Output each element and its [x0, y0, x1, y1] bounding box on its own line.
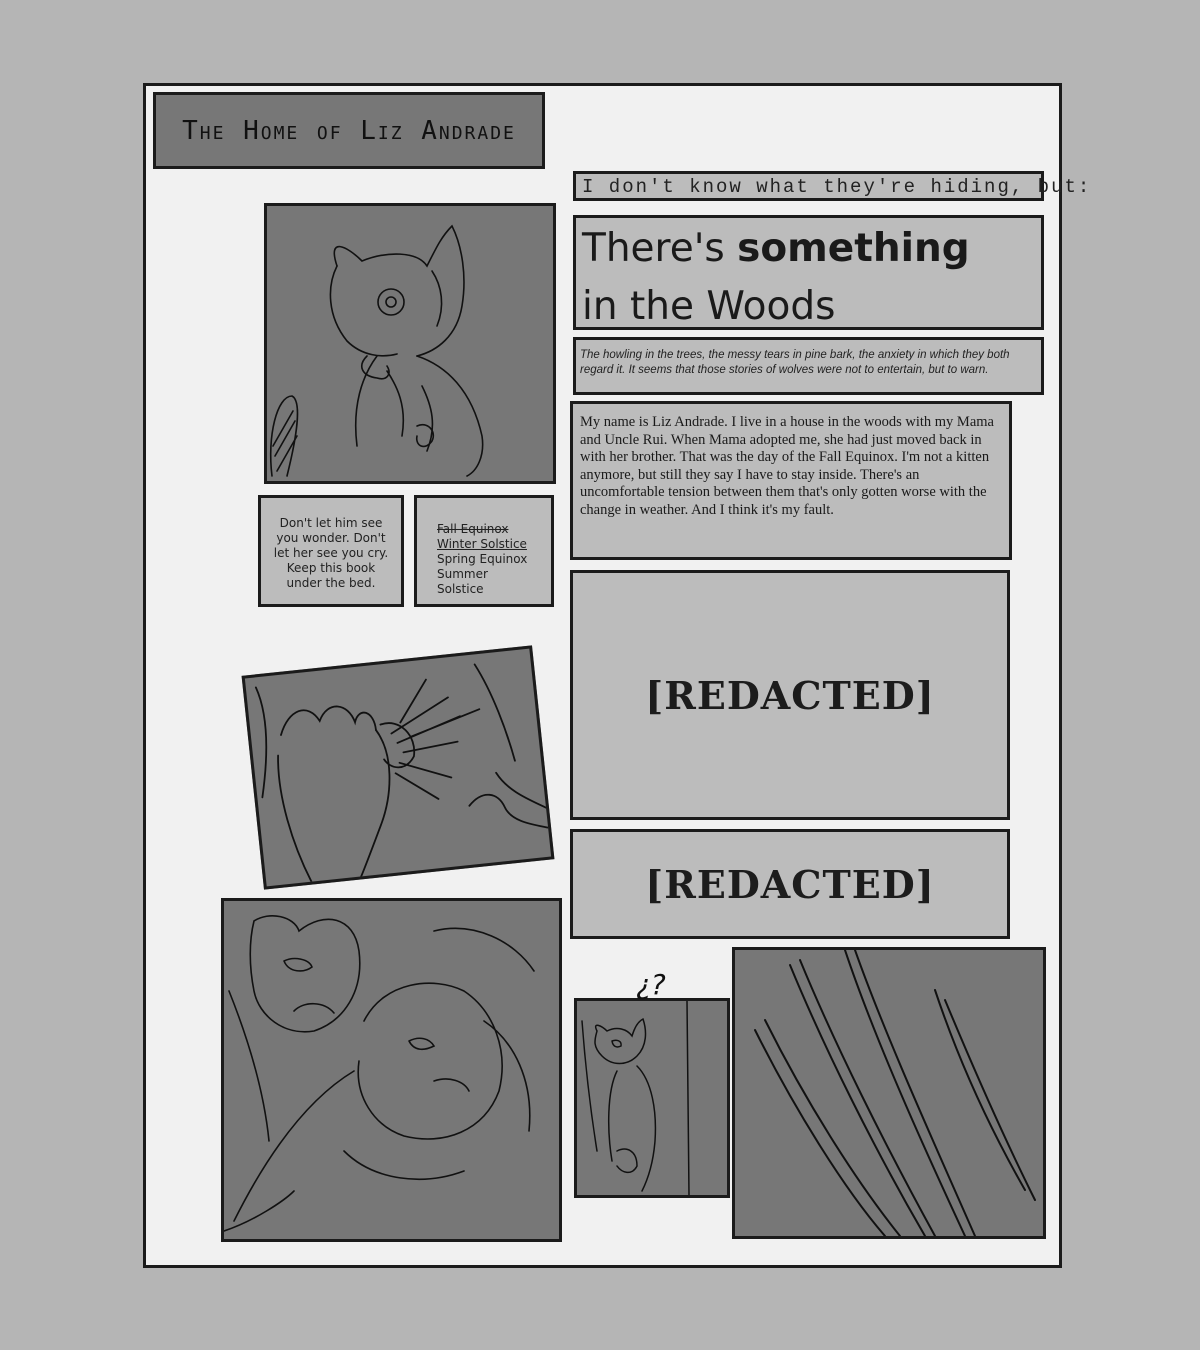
cat-sketch — [269, 224, 484, 477]
redacted-panel-2: [REDACTED] — [570, 829, 1010, 939]
redacted-panel-1: [REDACTED] — [570, 570, 1010, 820]
illustration-two-faces — [221, 898, 562, 1242]
redacted-label-1: [REDACTED] — [645, 672, 935, 718]
season-item-fall: Fall Equinox — [437, 522, 509, 536]
season-list: Fall Equinox Winter Solstice Spring Equi… — [417, 498, 551, 621]
tagline-box: I don't know what they're hiding, but: — [573, 171, 1092, 201]
subtitle-box: The howling in the trees, the messy tear… — [573, 337, 1044, 395]
season-item-winter: Winter Solstice — [437, 537, 527, 551]
illustration-cat-portrait — [264, 203, 556, 484]
headline-line1-bold: something — [737, 226, 970, 271]
attack-sketch — [254, 663, 550, 883]
seasons-box: Fall Equinox Winter Solstice Spring Equi… — [414, 495, 554, 607]
season-item-spring: Spring Equinox — [437, 552, 528, 566]
illustration-small-cat — [574, 998, 730, 1198]
small-cat-sketch — [581, 1001, 690, 1195]
headline-line1-light: There's — [582, 226, 738, 271]
illustration-claw-scratches — [732, 947, 1046, 1239]
scratches-sketch — [754, 950, 1036, 1236]
headline: There's something in the Woods — [576, 218, 1041, 338]
question-mark: ¿? — [636, 968, 666, 1001]
headline-line2: in the Woods — [582, 284, 836, 329]
story-text: My name is Liz Andrade. I live in a hous… — [580, 414, 994, 518]
note-box: Don't let him see you wonder. Don't let … — [258, 495, 404, 607]
story-box: My name is Liz Andrade. I live in a hous… — [570, 401, 1012, 560]
note-text: Don't let him see you wonder. Don't let … — [273, 516, 389, 590]
faces-sketch — [224, 915, 535, 1232]
illustration-claw-attack — [241, 645, 555, 890]
season-item-summer: Summer Solstice — [437, 567, 488, 596]
page-title: The Home of Liz Andrade — [182, 115, 516, 146]
tagline-text: I don't know what they're hiding, but: — [582, 176, 1092, 198]
redacted-label-2: [REDACTED] — [645, 861, 935, 907]
title-banner: The Home of Liz Andrade — [153, 92, 545, 169]
headline-box: There's something in the Woods — [573, 215, 1044, 330]
subtitle-text: The howling in the trees, the messy tear… — [580, 349, 1010, 376]
